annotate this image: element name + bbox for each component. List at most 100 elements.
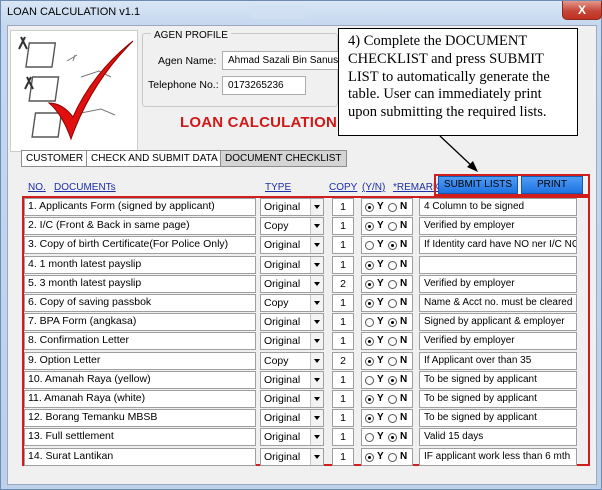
copy-count-field[interactable]: 1 xyxy=(332,294,354,312)
no-radio[interactable] xyxy=(388,375,397,385)
remark-field[interactable]: Verified by employer xyxy=(419,274,577,293)
yes-radio[interactable] xyxy=(365,433,374,443)
type-dropdown[interactable]: Original xyxy=(260,255,324,274)
no-radio[interactable] xyxy=(388,203,397,212)
remark-field[interactable]: Name & Acct no. must be cleared xyxy=(419,294,577,312)
copy-count-field[interactable]: 1 xyxy=(332,332,354,351)
chevron-down-icon[interactable] xyxy=(310,237,323,254)
no-radio[interactable] xyxy=(388,337,397,347)
chevron-down-icon[interactable] xyxy=(310,275,323,292)
type-dropdown[interactable]: Copy xyxy=(260,294,324,312)
copy-count-field[interactable]: 1 xyxy=(332,217,354,236)
yes-radio[interactable] xyxy=(365,356,374,366)
yes-radio[interactable] xyxy=(365,279,374,289)
remark-field[interactable]: To be signed by applicant xyxy=(419,409,577,428)
yes-radio[interactable] xyxy=(365,318,374,328)
type-dropdown[interactable]: Original xyxy=(260,236,324,255)
document-name: 9. Option Letter xyxy=(24,351,256,370)
no-radio[interactable] xyxy=(388,260,397,270)
chevron-down-icon[interactable] xyxy=(310,295,323,311)
copy-count-field[interactable]: 1 xyxy=(332,409,354,428)
chevron-down-icon[interactable] xyxy=(310,199,323,215)
table-row: 13. Full settlement Original 1 Y N Valid 15 d… xyxy=(24,428,588,447)
no-radio[interactable] xyxy=(388,356,397,366)
no-radio[interactable] xyxy=(388,452,397,462)
copy-count-field[interactable]: 1 xyxy=(332,313,354,332)
chevron-down-icon[interactable] xyxy=(310,218,323,235)
yes-radio[interactable] xyxy=(365,337,374,347)
copy-count-field[interactable]: 1 xyxy=(332,447,354,466)
remark-field[interactable]: Signed by applicant & employer xyxy=(419,313,577,332)
remark-field[interactable]: 4 Column to be signed xyxy=(419,198,577,216)
no-radio[interactable] xyxy=(388,433,397,443)
yes-radio[interactable] xyxy=(365,395,374,404)
remark-field[interactable] xyxy=(419,255,577,274)
no-radio[interactable] xyxy=(388,241,397,251)
type-dropdown[interactable]: Original xyxy=(260,409,324,428)
yes-radio[interactable] xyxy=(365,241,374,251)
yes-radio[interactable] xyxy=(365,299,374,308)
no-label: N xyxy=(400,412,408,424)
copy-count-field[interactable]: 1 xyxy=(332,370,354,389)
no-radio[interactable] xyxy=(388,318,397,328)
yes-radio[interactable] xyxy=(365,414,374,424)
copy-count-field[interactable]: 2 xyxy=(332,351,354,370)
copy-count-field[interactable]: 1 xyxy=(332,198,354,216)
remark-field[interactable]: IF applicant work less than 6 mth xyxy=(419,447,577,466)
telephone-field[interactable]: 0173265236 xyxy=(222,76,306,95)
no-radio[interactable] xyxy=(388,222,397,232)
submit-lists-button[interactable]: SUBMIT LISTS xyxy=(438,176,518,194)
type-dropdown[interactable]: Original xyxy=(260,428,324,447)
yes-radio[interactable] xyxy=(365,452,374,462)
type-dropdown[interactable]: Original xyxy=(260,370,324,389)
chevron-down-icon[interactable] xyxy=(310,314,323,331)
no-radio[interactable] xyxy=(388,299,397,308)
remark-field[interactable]: To be signed by applicant xyxy=(419,390,577,408)
type-dropdown[interactable]: Copy xyxy=(260,351,324,370)
yes-radio[interactable] xyxy=(365,375,374,385)
copy-count-field[interactable]: 1 xyxy=(332,390,354,408)
print-button[interactable]: PRINT xyxy=(521,176,583,194)
table-row: 9. Option Letter Copy 2 Y N If Applicant over… xyxy=(24,351,588,371)
type-dropdown[interactable]: Original xyxy=(260,390,324,408)
remark-field[interactable]: Valid 15 days xyxy=(419,428,577,447)
type-dropdown[interactable]: Original xyxy=(260,274,324,293)
remark-field[interactable]: To be signed by applicant xyxy=(419,370,577,389)
type-dropdown[interactable]: Original xyxy=(260,313,324,332)
chevron-down-icon[interactable] xyxy=(310,371,323,388)
no-radio[interactable] xyxy=(388,279,397,289)
chevron-down-icon[interactable] xyxy=(310,256,323,273)
chevron-down-icon[interactable] xyxy=(310,410,323,427)
chevron-down-icon[interactable] xyxy=(310,429,323,446)
no-radio[interactable] xyxy=(388,414,397,424)
yes-radio[interactable] xyxy=(365,203,374,212)
agent-name-field[interactable]: Ahmad Sazali Bin Sanusi xyxy=(222,51,340,70)
yes-radio[interactable] xyxy=(365,260,374,270)
remark-field[interactable]: If Identity card have NO ner I/C NO xyxy=(419,236,577,255)
copy-count-field[interactable]: 2 xyxy=(332,274,354,293)
type-dropdown[interactable]: Original xyxy=(260,332,324,351)
tab-check-and-submit-data[interactable]: CHECK AND SUBMIT DATA xyxy=(86,150,223,167)
yes-radio[interactable] xyxy=(365,222,374,232)
tab-document-checklist[interactable]: DOCUMENT CHECKLIST xyxy=(220,150,347,167)
type-dropdown[interactable]: Original xyxy=(260,447,324,466)
chevron-down-icon[interactable] xyxy=(310,448,323,465)
tab-customer[interactable]: CUSTOMER xyxy=(21,150,89,167)
title-bar: LOAN CALCULATION v1.1 X xyxy=(1,1,602,25)
no-radio[interactable] xyxy=(388,395,397,404)
copy-count-field[interactable]: 1 xyxy=(332,255,354,274)
remark-field[interactable]: Verified by employer xyxy=(419,217,577,236)
no-label: N xyxy=(400,354,408,366)
yn-radio-group: YN xyxy=(361,198,413,216)
chevron-down-icon[interactable] xyxy=(310,391,323,407)
copy-count-field[interactable]: 1 xyxy=(332,428,354,447)
document-name: 13. Full settlement xyxy=(24,428,256,447)
type-dropdown[interactable]: Original xyxy=(260,198,324,216)
copy-count-field[interactable]: 1 xyxy=(332,236,354,255)
remark-field[interactable]: Verified by employer xyxy=(419,332,577,351)
remark-field[interactable]: If Applicant over than 35 xyxy=(419,351,577,370)
chevron-down-icon[interactable] xyxy=(310,352,323,369)
close-button[interactable]: X xyxy=(562,1,602,20)
type-dropdown[interactable]: Copy xyxy=(260,217,324,236)
chevron-down-icon[interactable] xyxy=(310,333,323,350)
